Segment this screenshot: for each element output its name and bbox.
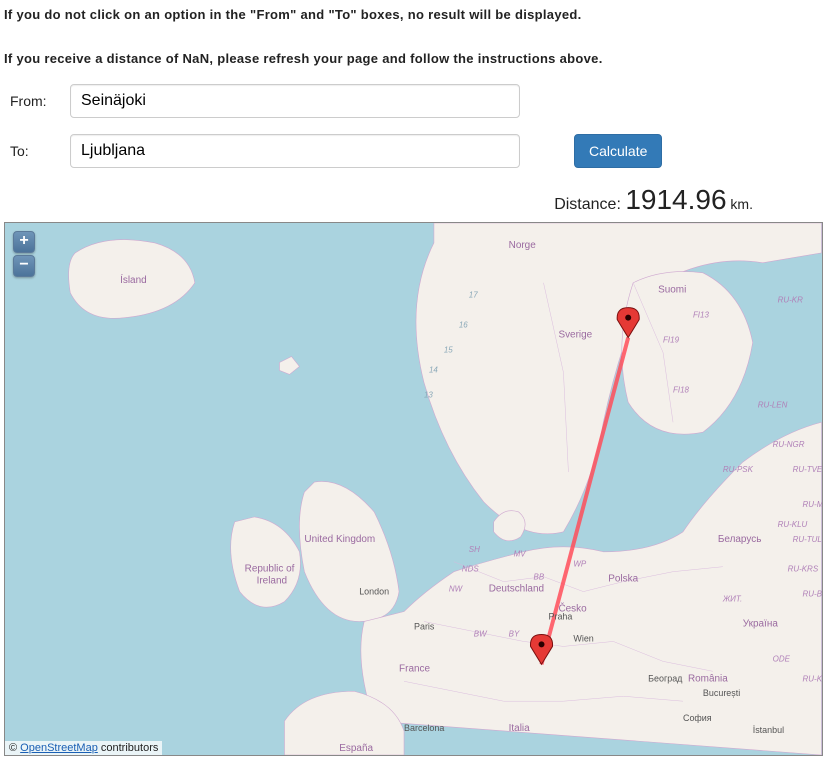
region-label: BB [534, 573, 545, 582]
country-label: Polska [608, 574, 638, 585]
city-label: London [359, 587, 389, 597]
region-label: FI18 [673, 386, 690, 395]
instruction-line-2: If you receive a distance of NaN, please… [4, 48, 823, 70]
from-row: From: [10, 84, 817, 118]
country-label: France [399, 664, 430, 675]
region-label: RU-KR [778, 296, 803, 305]
region-label: RU-TVE [793, 465, 822, 474]
to-row: To: Calculate [10, 134, 817, 168]
country-label: United Kingdom [304, 534, 375, 545]
region-label: MV [514, 550, 527, 559]
country-label: Norge [509, 240, 537, 251]
osm-link[interactable]: OpenStreetMap [20, 742, 98, 754]
region-label: RU-KDA [803, 675, 822, 684]
sea-depth-label: 16 [459, 321, 468, 330]
region-label: FI13 [693, 311, 710, 320]
map-attribution: © OpenStreetMap contributors [5, 741, 162, 755]
city-label: Wien [573, 634, 593, 644]
sea-depth-label: 13 [424, 391, 433, 400]
region-label: RU-LEN [758, 401, 788, 410]
to-input[interactable] [70, 134, 520, 168]
city-label: İstanbul [753, 725, 784, 735]
calculate-button[interactable]: Calculate [574, 134, 662, 168]
zoom-out-button[interactable]: − [13, 255, 35, 277]
city-label: Barcelona [404, 723, 444, 733]
city-label: Београд [648, 674, 683, 684]
region-label: RU-TUL [793, 535, 822, 544]
region-label: RU-NGR [773, 440, 805, 449]
city-label: Praha [548, 612, 572, 622]
sea-depth-label: 14 [429, 366, 438, 375]
region-label: NDS [462, 565, 480, 574]
map-svg[interactable]: Ísland Norge Suomi Sverige United Kingdom Rep… [5, 223, 822, 755]
region-label: SH [469, 545, 480, 554]
country-label: Republic of [245, 564, 295, 575]
from-label: From: [10, 93, 70, 109]
country-label: Ireland [257, 576, 287, 587]
map-container[interactable]: Ísland Norge Suomi Sverige United Kingdom Rep… [4, 222, 823, 756]
region-label: ЖИТ. [722, 595, 742, 604]
region-label: RU-KLU [778, 520, 808, 529]
country-label: Italia [509, 723, 530, 734]
region-label: RU-BEL [803, 590, 822, 599]
country-label: Deutschland [489, 584, 544, 595]
zoom-controls: + − [13, 231, 35, 277]
distance-unit: km. [727, 196, 753, 212]
region-label: FI19 [663, 336, 680, 345]
city-label: София [683, 713, 712, 723]
to-label: To: [10, 143, 70, 159]
country-label: Suomi [658, 285, 686, 296]
country-label: Sverige [558, 330, 592, 341]
region-label: WP [573, 560, 587, 569]
instruction-line-1: If you do not click on an option in the … [4, 4, 823, 26]
distance-result: Distance: 1914.96 km. [4, 184, 823, 216]
country-label: Україна [743, 619, 779, 630]
country-label: Беларусь [718, 534, 762, 545]
region-label: RU-KRS [788, 565, 819, 574]
country-label: Ísland [120, 275, 147, 286]
country-label: España [339, 743, 373, 754]
city-label: București [703, 689, 740, 699]
sea-depth-label: 15 [444, 346, 453, 355]
sea-depth-label: 17 [469, 291, 478, 300]
form-area: From: To: Calculate [4, 84, 823, 168]
country-label: România [688, 674, 728, 685]
zoom-in-button[interactable]: + [13, 231, 35, 253]
distance-value: 1914.96 [625, 184, 726, 215]
instructions-block: If you do not click on an option in the … [4, 4, 823, 70]
region-label: BW [474, 630, 488, 639]
region-label: RU-PSK [723, 465, 754, 474]
distance-prefix: Distance: [554, 196, 625, 213]
region-label: NW [449, 585, 464, 594]
region-label: ODE [773, 655, 791, 664]
region-label: RU-MOW [803, 500, 822, 509]
from-input[interactable] [70, 84, 520, 118]
region-label: BY [509, 630, 520, 639]
city-label: Paris [414, 622, 435, 632]
